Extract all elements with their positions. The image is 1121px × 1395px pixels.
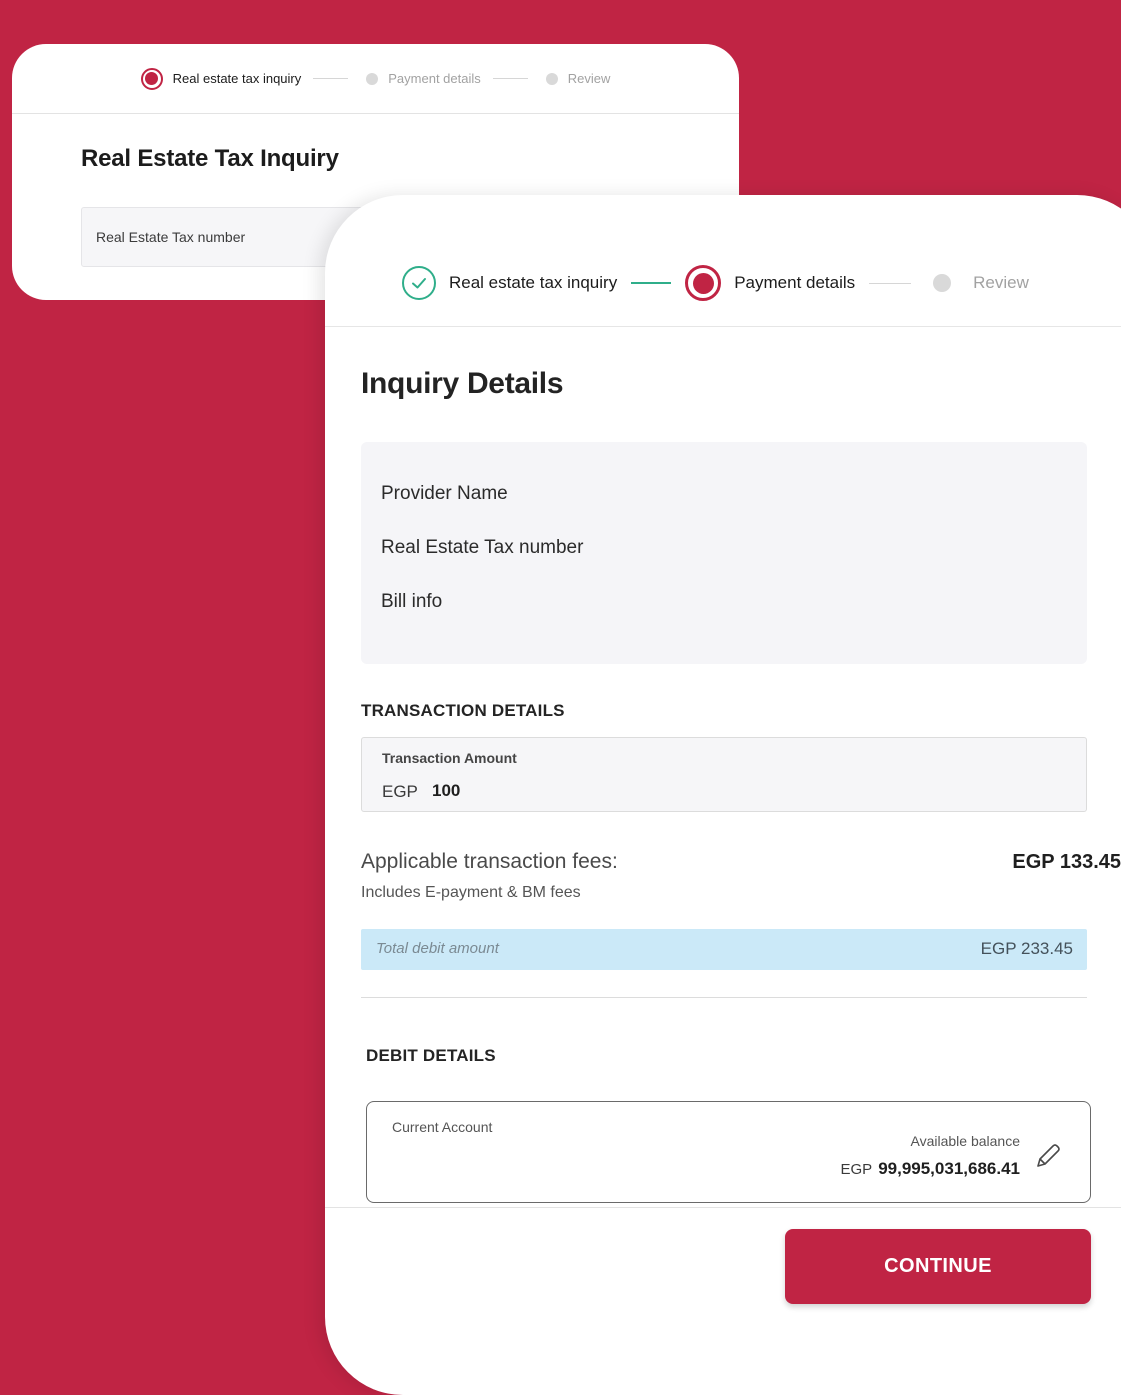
step-connector: [313, 78, 349, 79]
total-debit-label: Total debit amount: [376, 940, 499, 957]
stepper: Real estate tax inquiry Payment details …: [325, 195, 1121, 327]
step-label: Real estate tax inquiry: [449, 273, 618, 292]
stepper: Real estate tax inquiry Payment details …: [12, 44, 739, 114]
amount-value: 100: [432, 781, 461, 800]
fees-note: Includes E-payment & BM fees: [361, 884, 581, 901]
page-title: Real Estate Tax Inquiry: [81, 145, 339, 172]
debit-details-heading: DEBIT DETAILS: [366, 1046, 496, 1065]
step-review: Review: [933, 273, 1029, 293]
payment-details-card: Real estate tax inquiry Payment details …: [325, 195, 1121, 1395]
step-label: Review: [567, 71, 611, 86]
step-connector: [492, 78, 528, 79]
debit-account-card[interactable]: Current Account Available balance EGP 99,…: [366, 1101, 1091, 1203]
step-real-estate-tax-inquiry: Real estate tax inquiry: [140, 67, 302, 90]
step-connector-complete: [631, 282, 672, 284]
pending-step-icon: [545, 72, 558, 85]
transaction-details-heading: TRANSACTION DETAILS: [361, 701, 565, 720]
fees-value: EGP 133.45: [1012, 851, 1121, 873]
check-icon: [402, 266, 436, 300]
tax-number-placeholder: Real Estate Tax number: [96, 229, 246, 245]
info-tax-number: Real Estate Tax number: [381, 537, 584, 558]
step-payment-details: Payment details: [685, 265, 855, 301]
pencil-icon[interactable]: [1032, 1140, 1064, 1172]
step-label: Review: [973, 273, 1029, 292]
continue-button[interactable]: CONTINUE: [785, 1229, 1091, 1304]
step-review: Review: [545, 71, 611, 86]
transaction-amount-label: Transaction Amount: [382, 750, 517, 766]
step-label: Payment details: [734, 273, 856, 292]
pending-step-icon: [933, 274, 952, 292]
pending-step-icon: [366, 72, 379, 85]
available-balance-label: Available balance: [910, 1133, 1021, 1149]
account-type: Current Account: [392, 1119, 493, 1135]
info-bill-info: Bill info: [381, 591, 443, 612]
transaction-amount-field[interactable]: Transaction Amount EGP 100: [361, 737, 1087, 812]
page-title: Inquiry Details: [361, 367, 564, 400]
footer-divider: [325, 1207, 1121, 1208]
total-debit-value: EGP 233.45: [980, 939, 1073, 958]
step-connector: [869, 282, 912, 284]
balance-currency: EGP: [840, 1161, 873, 1178]
step-real-estate-tax-inquiry: Real estate tax inquiry: [402, 266, 617, 300]
step-payment-details: Payment details: [366, 71, 481, 86]
total-debit-bar: Total debit amount EGP 233.45: [361, 929, 1087, 970]
active-step-icon: [140, 67, 163, 90]
divider: [361, 997, 1087, 998]
step-label: Payment details: [388, 71, 481, 86]
available-balance: EGP 99,995,031,686.41: [841, 1159, 1021, 1179]
amount-currency: EGP: [382, 782, 418, 801]
step-label: Real estate tax inquiry: [172, 71, 302, 86]
inquiry-info-box: Provider Name Real Estate Tax number Bil…: [361, 442, 1087, 664]
active-step-icon: [685, 265, 722, 301]
balance-value: 99,995,031,686.41: [878, 1159, 1020, 1178]
fees-label: Applicable transaction fees:: [361, 850, 618, 873]
info-provider-name: Provider Name: [381, 483, 508, 504]
